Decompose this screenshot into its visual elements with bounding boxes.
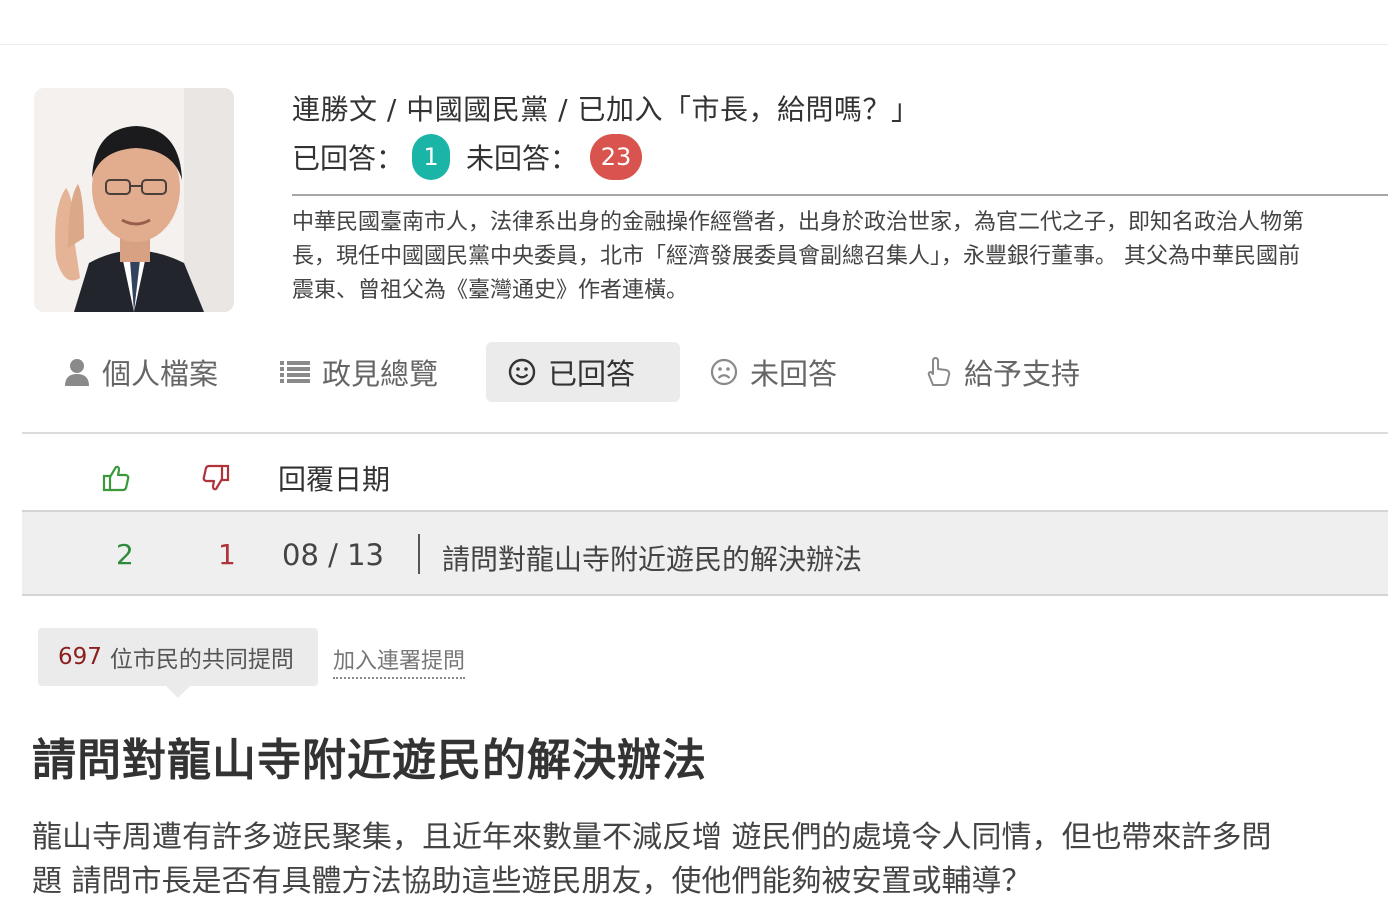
tab-label: 給予支持 (964, 357, 1081, 391)
pointer-hand-icon (927, 357, 951, 386)
answers-table-header: 回覆日期 (22, 444, 1388, 510)
bio-line: 長，現任中國國民黨中央委員，北市「經濟發展委員會副總召集人」，永豐銀行董事。 其… (292, 244, 1300, 269)
join-cosign-link[interactable]: 加入連署提問 (333, 643, 466, 679)
tab-label: 個人檔案 (102, 357, 219, 391)
tabs-divider (22, 432, 1388, 434)
profile-tabs: 個人檔案 政見總覽 已回答 未回答 給予支持 (42, 342, 1116, 402)
row-separator (418, 534, 420, 574)
like-count: 2 (116, 538, 134, 571)
tab-label: 未回答 (750, 357, 838, 391)
top-bar (0, 0, 1388, 45)
cosign-pointer (166, 686, 190, 698)
cosign-count-box: 697 位市民的共同提問 (38, 628, 318, 686)
reply-date-header: 回覆日期 (278, 463, 391, 496)
profile-divider (292, 194, 1388, 196)
unanswered-label: 未回答： (466, 142, 579, 175)
bio-line: 震東、曾祖父為《臺灣通史》作者連橫。 (292, 278, 689, 303)
bio-line: 中華民國臺南市人，法律系出身的金融操作經營者，出身於政治世家，為官二代之子，即知… (292, 210, 1305, 235)
unanswered-count-badge: 23 (590, 134, 643, 180)
tab-label: 已回答 (548, 357, 636, 391)
table-row[interactable]: 2 1 08 / 13 請問對龍山寺附近遊民的解決辦法 (22, 510, 1388, 596)
page: 連勝文 / 中國國民黨 / 已加入「市長，給問嗎？」 已回答： 1 未回答： 2… (0, 0, 1388, 910)
candidate-avatar (34, 88, 234, 312)
tab-unanswered[interactable]: 未回答 (688, 342, 902, 402)
question-body: 龍山寺周遭有許多遊民聚集，且近年來數量不減反增 遊民們的處境令人同情，但也帶來許… (32, 816, 1372, 904)
user-icon (65, 359, 89, 386)
dislike-count: 1 (218, 538, 236, 571)
tab-give-support[interactable]: 給予支持 (902, 342, 1116, 402)
cosign-count: 697 (58, 644, 102, 670)
frown-icon (710, 358, 738, 386)
question-body-line: 龍山寺周遭有許多遊民聚集，且近年來數量不減反增 遊民們的處境令人同情，但也帶來許… (32, 820, 1272, 855)
answered-count-badge: 1 (412, 134, 451, 180)
answer-stats: 已回答： 1 未回答： 23 (292, 134, 643, 180)
candidate-bio: 中華民國臺南市人，法律系出身的金融操作經營者，出身於政治世家，為官二代之子，即知… (292, 206, 1388, 308)
thumbs-up-icon (102, 465, 130, 492)
list-icon (280, 361, 310, 383)
tab-label: 政見總覽 (322, 357, 439, 391)
cosign-text: 位市民的共同提問 (109, 647, 294, 673)
question-body-line: 題 請問市長是否有具體方法協助這些遊民朋友，使他們能夠被安置或輔導？ (32, 864, 1032, 899)
question-link[interactable]: 請問對龍山寺附近遊民的解決辦法 (442, 538, 862, 578)
tab-profile[interactable]: 個人檔案 (42, 342, 246, 402)
answered-label: 已回答： (292, 142, 405, 175)
thumbs-down-icon (202, 464, 230, 491)
reply-date: 08 / 13 (282, 538, 385, 572)
question-title: 請問對龍山寺附近遊民的解決辦法 (32, 735, 707, 786)
tab-policy-overview[interactable]: 政見總覽 (258, 342, 474, 402)
candidate-heading: 連勝文 / 中國國民黨 / 已加入「市長，給問嗎？」 (292, 93, 920, 126)
tab-answered[interactable]: 已回答 (486, 342, 680, 402)
smile-icon (508, 358, 536, 386)
